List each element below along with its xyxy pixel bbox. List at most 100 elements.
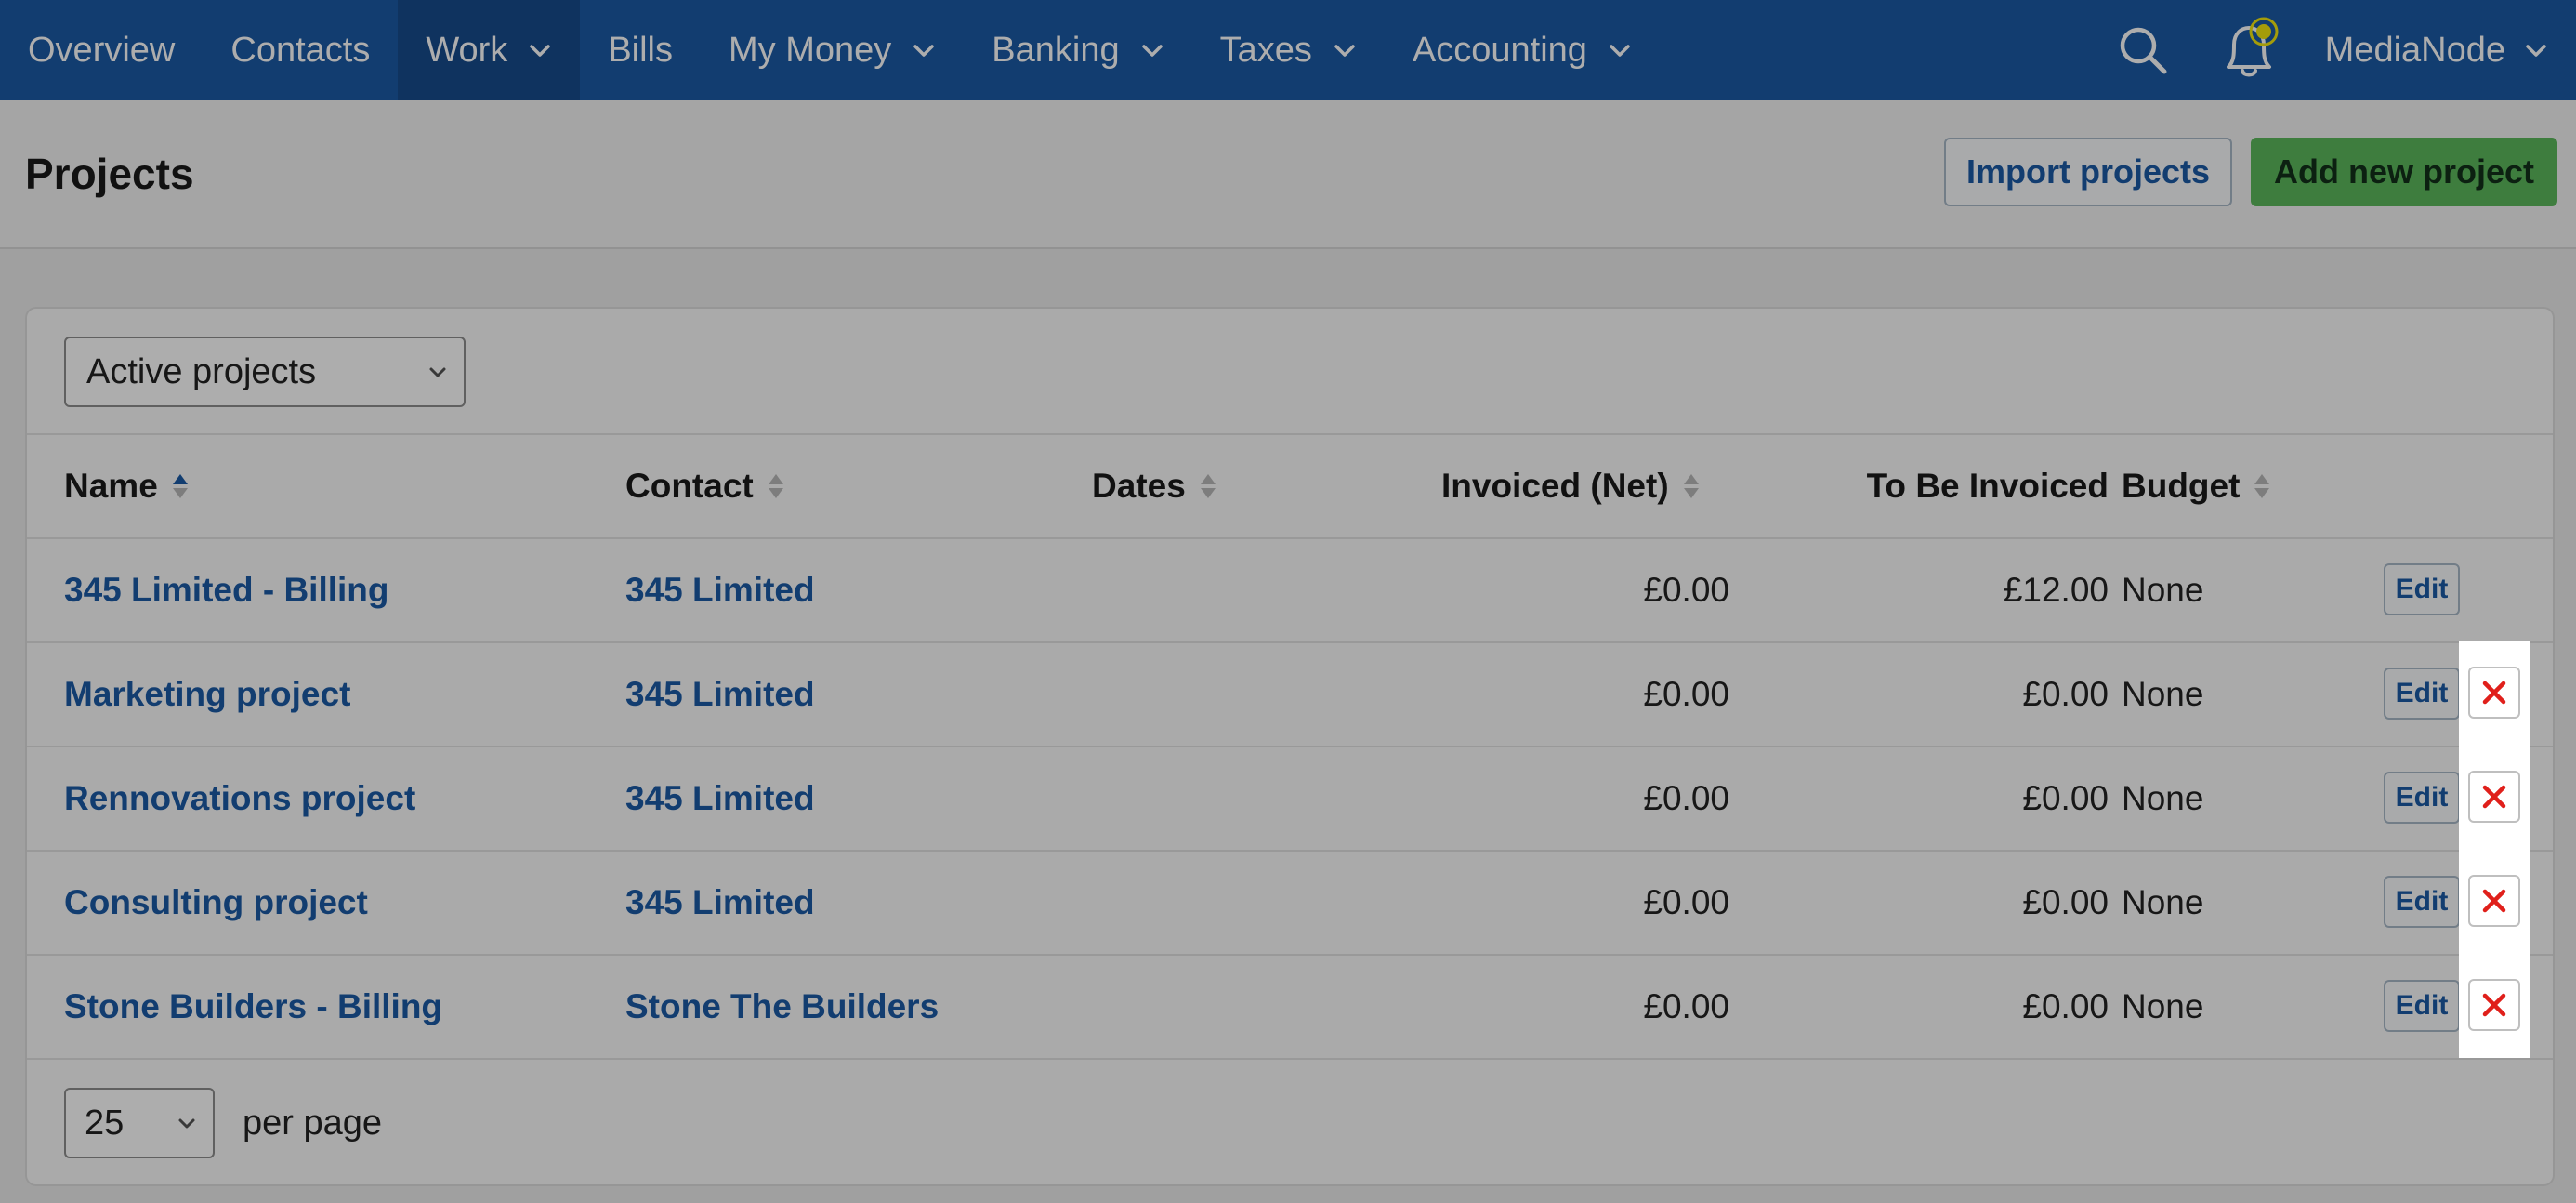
nav-overview[interactable]: Overview bbox=[0, 0, 203, 100]
top-navigation: Overview Contacts Work Bills My Money Ba… bbox=[0, 0, 2576, 100]
edit-button[interactable]: Edit bbox=[2384, 772, 2460, 824]
search-button[interactable] bbox=[2106, 0, 2180, 100]
contact-link[interactable]: 345 Limited bbox=[625, 747, 815, 850]
invoiced-net-value: £0.00 bbox=[1643, 987, 1729, 1025]
contact-link[interactable]: 345 Limited bbox=[625, 852, 815, 954]
import-projects-button[interactable]: Import projects bbox=[1944, 138, 2232, 206]
chevron-down-icon bbox=[1334, 45, 1355, 57]
contact-link[interactable]: 345 Limited bbox=[625, 643, 815, 746]
project-status-select[interactable]: Active projects bbox=[64, 337, 466, 407]
column-header-budget-label: Budget bbox=[2122, 467, 2241, 505]
to-be-invoiced-value: £0.00 bbox=[2022, 779, 2109, 817]
column-header-contact[interactable]: Contact bbox=[625, 435, 785, 537]
table-row: Rennovations project 345 Limited £0.00 £… bbox=[27, 747, 2553, 852]
project-name-link[interactable]: Consulting project bbox=[64, 852, 368, 954]
column-header-name[interactable]: Name bbox=[64, 435, 190, 537]
close-icon bbox=[2482, 681, 2506, 705]
contact-link[interactable]: Stone The Builders bbox=[625, 956, 939, 1058]
column-header-invoiced[interactable]: Invoiced (Net) bbox=[1441, 435, 1701, 537]
nav-my-money-label: My Money bbox=[729, 30, 892, 70]
contact-link[interactable]: 345 Limited bbox=[625, 539, 815, 641]
edit-button[interactable]: Edit bbox=[2384, 980, 2460, 1032]
nav-my-money[interactable]: My Money bbox=[701, 0, 964, 100]
filter-row: Active projects bbox=[27, 309, 2553, 435]
nav-accounting[interactable]: Accounting bbox=[1385, 0, 1660, 100]
budget-value: None bbox=[2122, 571, 2204, 609]
project-name-link[interactable]: Marketing project bbox=[64, 643, 350, 746]
table-body: 345 Limited - Billing 345 Limited £0.00 … bbox=[27, 539, 2553, 1060]
nav-contacts[interactable]: Contacts bbox=[203, 0, 398, 100]
close-icon bbox=[2482, 785, 2506, 809]
projects-panel: Active projects Name Contact Dates Invoi… bbox=[25, 307, 2555, 1186]
per-page-label: per page bbox=[243, 1103, 383, 1143]
sort-icon bbox=[768, 474, 783, 498]
delete-button[interactable] bbox=[2468, 875, 2520, 927]
delete-button[interactable] bbox=[2468, 667, 2520, 719]
nav-right-group: MediaNode bbox=[2106, 0, 2576, 100]
delete-button[interactable] bbox=[2468, 979, 2520, 1031]
per-page-value: 25 bbox=[85, 1103, 125, 1143]
to-be-invoiced-value: £0.00 bbox=[2022, 675, 2109, 713]
pagination-row: 25 per page bbox=[27, 1060, 2553, 1184]
table-row: Consulting project 345 Limited £0.00 £0.… bbox=[27, 852, 2553, 956]
column-header-name-label: Name bbox=[64, 467, 158, 505]
page-header: Projects Import projects Add new project bbox=[0, 100, 2576, 249]
chevron-down-icon bbox=[530, 45, 551, 57]
budget-value: None bbox=[2122, 675, 2204, 713]
budget-value: None bbox=[2122, 883, 2204, 921]
page-title: Projects bbox=[25, 150, 194, 198]
chevron-down-icon bbox=[429, 367, 446, 377]
add-new-project-button[interactable]: Add new project bbox=[2251, 138, 2557, 206]
search-icon bbox=[2120, 27, 2167, 74]
delete-button[interactable] bbox=[2468, 771, 2520, 823]
budget-value: None bbox=[2122, 987, 2204, 1025]
chevron-down-icon bbox=[1141, 45, 1163, 57]
invoiced-net-value: £0.00 bbox=[1643, 883, 1729, 921]
project-status-value: Active projects bbox=[86, 351, 317, 391]
table-row: Marketing project 345 Limited £0.00 £0.0… bbox=[27, 643, 2553, 747]
sort-ascending-icon bbox=[172, 474, 188, 498]
project-name-link[interactable]: 345 Limited - Billing bbox=[64, 539, 389, 641]
table-header: Name Contact Dates Invoiced (Net) To Be … bbox=[27, 435, 2553, 539]
edit-button[interactable]: Edit bbox=[2384, 876, 2460, 928]
nav-overview-label: Overview bbox=[28, 30, 176, 70]
chevron-down-icon bbox=[2526, 45, 2546, 57]
column-header-to-be-invoiced: To Be Invoiced bbox=[1848, 435, 2109, 537]
column-header-contact-label: Contact bbox=[625, 467, 754, 505]
column-header-budget[interactable]: Budget bbox=[2122, 435, 2271, 537]
table-row: Stone Builders - Billing Stone The Build… bbox=[27, 956, 2553, 1060]
to-be-invoiced-value: £0.00 bbox=[2022, 987, 2109, 1025]
column-header-dates-label: Dates bbox=[1092, 467, 1186, 505]
project-name-link[interactable]: Stone Builders - Billing bbox=[64, 956, 442, 1058]
nav-work[interactable]: Work bbox=[398, 0, 581, 100]
edit-button[interactable]: Edit bbox=[2384, 668, 2460, 720]
column-header-invoiced-label: Invoiced (Net) bbox=[1441, 467, 1669, 505]
nav-bills[interactable]: Bills bbox=[580, 0, 701, 100]
highlighted-delete-column bbox=[2459, 641, 2530, 1058]
nav-accounting-label: Accounting bbox=[1412, 30, 1587, 70]
bell-icon bbox=[2226, 17, 2279, 77]
edit-button[interactable]: Edit bbox=[2384, 563, 2460, 615]
notifications-button[interactable] bbox=[2214, 0, 2288, 100]
invoiced-net-value: £0.00 bbox=[1643, 675, 1729, 713]
table-row: 345 Limited - Billing 345 Limited £0.00 … bbox=[27, 539, 2553, 643]
per-page-select[interactable]: 25 bbox=[64, 1088, 215, 1158]
nav-bills-label: Bills bbox=[608, 30, 673, 70]
close-icon bbox=[2482, 889, 2506, 913]
sort-icon bbox=[1200, 474, 1216, 498]
nav-taxes-label: Taxes bbox=[1219, 30, 1312, 70]
nav-work-label: Work bbox=[426, 30, 508, 70]
invoiced-net-value: £0.00 bbox=[1643, 779, 1729, 817]
column-header-dates[interactable]: Dates bbox=[1092, 435, 1217, 537]
user-menu[interactable]: MediaNode bbox=[2288, 0, 2576, 100]
nav-banking[interactable]: Banking bbox=[964, 0, 1191, 100]
project-name-link[interactable]: Rennovations project bbox=[64, 747, 415, 850]
budget-value: None bbox=[2122, 779, 2204, 817]
chevron-down-icon bbox=[178, 1118, 195, 1129]
nav-taxes[interactable]: Taxes bbox=[1192, 0, 1385, 100]
chevron-down-icon bbox=[913, 45, 935, 57]
column-header-to-be-invoiced-label: To Be Invoiced bbox=[1866, 467, 2109, 505]
user-name: MediaNode bbox=[2324, 30, 2505, 70]
nav-contacts-label: Contacts bbox=[230, 30, 371, 70]
sort-icon bbox=[2254, 474, 2270, 498]
